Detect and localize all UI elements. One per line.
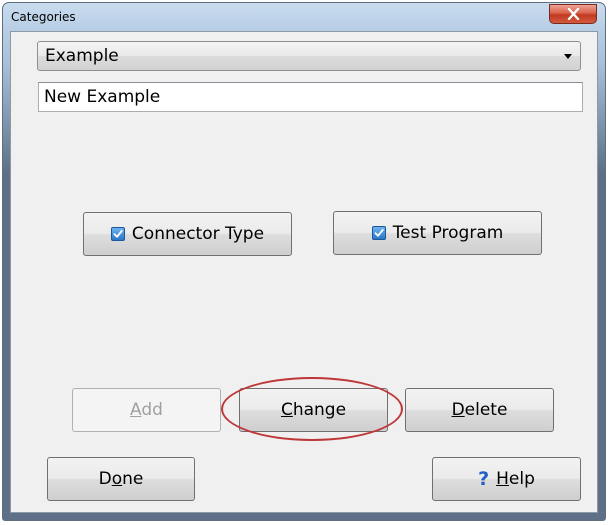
- chevron-down-icon[interactable]: [564, 54, 572, 59]
- close-icon: [567, 8, 580, 20]
- change-label: Change: [280, 400, 347, 420]
- categories-dialog: Categories: [2, 2, 606, 521]
- category-name-input[interactable]: [39, 83, 582, 111]
- delete-label: Delete: [451, 400, 508, 420]
- checkbox-checked-icon: [110, 227, 125, 241]
- connector-type-label: Connector Type: [131, 224, 265, 244]
- test-program-toggle-button[interactable]: Test Program: [333, 211, 542, 255]
- delete-button[interactable]: Delete: [405, 388, 554, 432]
- done-button[interactable]: Done: [47, 457, 195, 501]
- help-label: Help: [496, 469, 535, 489]
- question-icon: ?: [478, 468, 490, 490]
- category-dropdown-value: Example: [45, 46, 119, 66]
- help-button[interactable]: ? Help: [432, 457, 581, 501]
- change-button[interactable]: Change: [239, 388, 388, 432]
- test-program-label: Test Program: [392, 223, 504, 243]
- add-button[interactable]: Add: [72, 388, 221, 432]
- close-button[interactable]: [549, 4, 597, 24]
- category-dropdown[interactable]: Example: [37, 41, 581, 71]
- category-name-field[interactable]: [38, 82, 583, 112]
- add-label: Add: [130, 400, 163, 420]
- done-label: Done: [98, 469, 144, 489]
- window-title: Categories: [11, 10, 76, 24]
- checkbox-checked-icon: [371, 226, 386, 240]
- title-bar[interactable]: Categories: [3, 3, 605, 31]
- connector-type-toggle-button[interactable]: Connector Type: [83, 212, 292, 256]
